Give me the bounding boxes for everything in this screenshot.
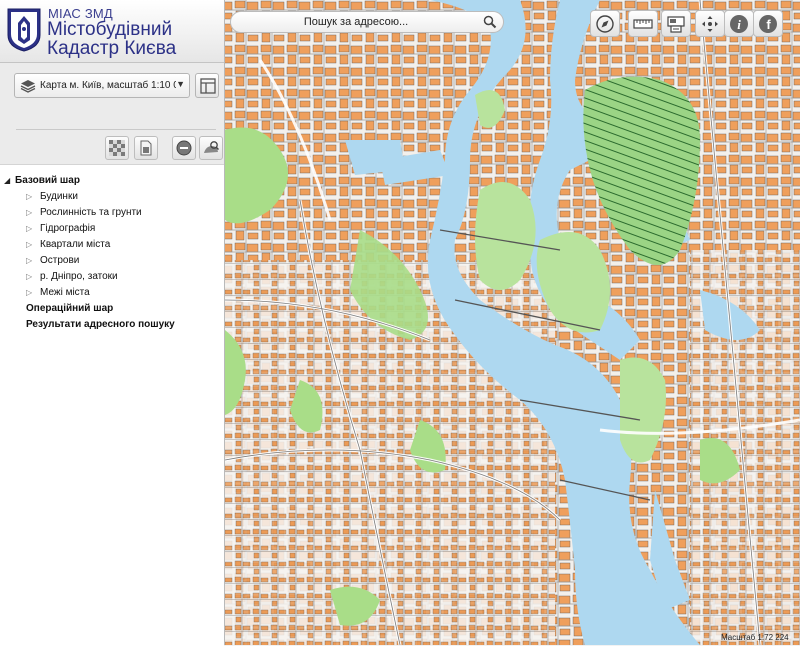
zoom-layer-icon	[204, 141, 219, 153]
tree-node-operational-layer[interactable]: Операційний шар	[26, 303, 113, 314]
checker-grid-icon	[109, 140, 125, 156]
layers-stack-icon	[20, 80, 36, 93]
zoom-out-button[interactable]	[172, 136, 196, 160]
facebook-button[interactable]: f	[753, 10, 783, 37]
basemap-select[interactable]: Карта м. Київ, масштаб 1:10 000 ▼	[14, 73, 190, 98]
tree-node-city-borders[interactable]: Межі міста	[40, 287, 90, 298]
tree-node-city-blocks[interactable]: Квартали міста	[40, 239, 110, 250]
tree-node-base-layer[interactable]: Базовий шар	[15, 175, 80, 186]
measure-button[interactable]	[628, 10, 658, 37]
tree-node-vegetation[interactable]: Рослинність та грунти	[40, 207, 142, 218]
svg-text:i: i	[737, 17, 741, 32]
pan-button[interactable]	[695, 10, 725, 37]
sidebar-panel: МІАС ЗМД Містобудівний Кадастр Києва Кар…	[0, 0, 225, 646]
facebook-icon: f	[759, 15, 777, 33]
expand-triangle-icon[interactable]: ◢	[4, 176, 10, 185]
legend-icon	[200, 78, 216, 94]
info-icon: i	[730, 15, 748, 33]
layer-tree: ◢ Базовий шар ▷ Будинки ▷ Рослинність та…	[0, 164, 224, 646]
collapse-triangle-icon[interactable]: ▷	[26, 288, 32, 297]
zoom-to-layer-button[interactable]	[199, 136, 223, 160]
collapse-triangle-icon[interactable]: ▷	[26, 240, 32, 249]
opacity-button[interactable]	[105, 136, 129, 160]
app-logo[interactable]: МІАС ЗМД Містобудівний Кадастр Києва	[0, 0, 224, 63]
minus-circle-icon	[176, 140, 192, 156]
sidebar-divider	[16, 129, 216, 130]
search-input[interactable]	[241, 15, 471, 29]
search-icon[interactable]	[483, 15, 497, 29]
logo-title-line1: Містобудівний	[47, 19, 173, 40]
compass-icon	[596, 15, 614, 33]
info-button[interactable]: i	[724, 10, 754, 37]
collapse-triangle-icon[interactable]: ▷	[26, 224, 32, 233]
layer-info-button[interactable]	[134, 136, 158, 160]
tree-node-dnipro-river[interactable]: р. Дніпро, затоки	[40, 271, 118, 282]
svg-text:f: f	[766, 17, 771, 32]
tree-node-islands[interactable]: Острови	[40, 255, 79, 266]
document-icon	[140, 140, 152, 156]
tree-node-hydrography[interactable]: Гідрографія	[40, 223, 95, 234]
logo-title-line2: Кадастр Києва	[47, 38, 177, 59]
collapse-triangle-icon[interactable]: ▷	[26, 272, 32, 281]
map-scale-label: Масштаб 1:72 224	[721, 633, 789, 642]
collapse-triangle-icon[interactable]: ▷	[26, 256, 32, 265]
collapse-triangle-icon[interactable]: ▷	[26, 192, 32, 201]
pan-icon	[702, 16, 718, 32]
print-button[interactable]	[661, 10, 691, 37]
tree-node-buildings[interactable]: Будинки	[40, 191, 78, 202]
basemap-select-value: Карта м. Київ, масштаб 1:10 000	[40, 80, 176, 91]
legend-button[interactable]	[195, 73, 219, 98]
print-icon	[667, 16, 685, 33]
address-search	[230, 11, 504, 33]
chevron-down-icon: ▼	[176, 79, 185, 89]
tree-node-search-results[interactable]: Результати адресного пошуку	[26, 319, 175, 330]
kyiv-emblem-icon	[7, 8, 41, 52]
ruler-icon	[633, 19, 653, 29]
collapse-triangle-icon[interactable]: ▷	[26, 208, 32, 217]
compass-button[interactable]	[590, 10, 620, 37]
